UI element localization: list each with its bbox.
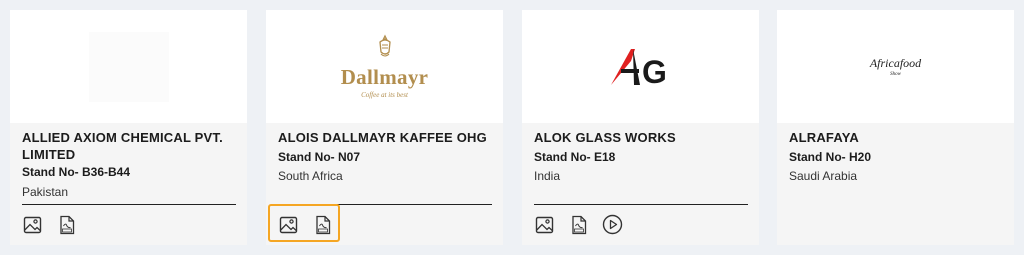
stand-number: Stand No- H20 [789, 150, 872, 164]
action-icons [534, 214, 623, 235]
divider [22, 204, 236, 205]
stand-number: Stand No- N07 [278, 150, 361, 164]
image-icon[interactable] [22, 214, 43, 235]
africafood-logo: Africafood Show [870, 56, 921, 77]
pdf-icon[interactable] [568, 214, 589, 235]
country: Saudi Arabia [789, 169, 858, 183]
exhibitor-grid: ALLIED AXIOM CHEMICAL PVT. LIMITED Stand… [0, 0, 1024, 255]
image-icon[interactable] [278, 214, 299, 235]
exhibitor-name: ALLIED AXIOM CHEMICAL PVT. LIMITED [22, 130, 223, 162]
country: Pakistan [22, 185, 69, 199]
exhibitor-logo: Dallmayr Coffee at its best [266, 10, 503, 123]
logo-subtitle: Show [890, 72, 901, 77]
crest-icon [378, 34, 391, 57]
logo-tagline: Coffee at its best [361, 91, 408, 99]
ag-logo: G [610, 48, 667, 89]
exhibitor-card[interactable]: Africafood Show ALRAFAYA Stand No- H20 S… [777, 10, 1014, 245]
exhibitor-logo [10, 10, 247, 123]
dallmayr-logo: Dallmayr Coffee at its best [341, 34, 429, 99]
exhibitor-name: ALOIS DALLMAYR KAFFEE OHG [278, 130, 487, 145]
logo-placeholder [88, 31, 169, 102]
exhibitor-card[interactable]: G ALOK GLASS WORKS Stand No- E18 India [522, 10, 759, 245]
pdf-icon[interactable] [56, 214, 77, 235]
exhibitor-name: ALOK GLASS WORKS [534, 130, 676, 145]
country: South Africa [278, 169, 343, 183]
exhibitor-card[interactable]: ALLIED AXIOM CHEMICAL PVT. LIMITED Stand… [10, 10, 247, 245]
exhibitor-card[interactable]: Dallmayr Coffee at its best ALOIS DALLMA… [266, 10, 503, 245]
logo-wordmark: Africafood [869, 56, 922, 70]
stand-number: Stand No- E18 [534, 150, 616, 164]
pdf-icon[interactable] [312, 214, 333, 235]
action-icons [22, 214, 77, 235]
exhibitor-name: ALRAFAYA [789, 130, 859, 145]
play-icon[interactable] [602, 214, 623, 235]
exhibitor-logo: G [522, 10, 759, 123]
exhibitor-logo: Africafood Show [777, 10, 1014, 123]
action-icons [278, 214, 333, 235]
logo-wordmark: G [642, 54, 667, 89]
image-icon[interactable] [534, 214, 555, 235]
country: India [534, 169, 561, 183]
stand-number: Stand No- B36-B44 [22, 165, 131, 179]
logo-wordmark: Dallmayr [340, 65, 429, 89]
divider [534, 204, 748, 205]
